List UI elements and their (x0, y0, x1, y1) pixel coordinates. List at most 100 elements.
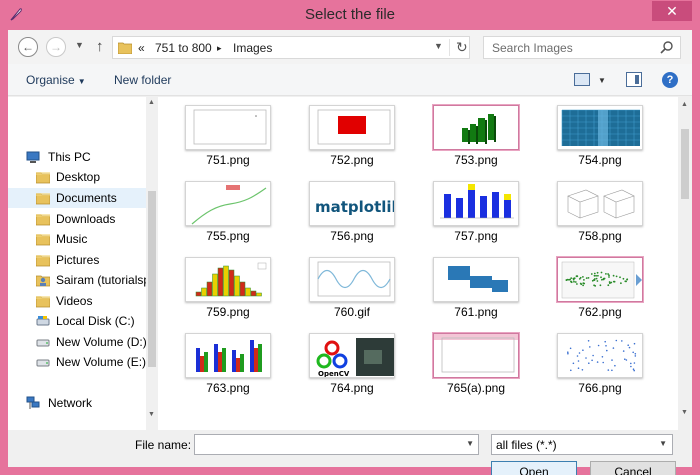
file-name: 762.png (578, 305, 622, 319)
sidebar-item[interactable]: This PC (8, 147, 148, 167)
file-item[interactable]: 757.png (412, 173, 530, 251)
file-item[interactable]: 753.png (412, 97, 530, 175)
file-type-select[interactable]: all files (*.*) ▼ (491, 434, 673, 455)
close-button[interactable]: ✕ (652, 1, 692, 21)
chevron-down-icon[interactable]: ▼ (466, 439, 474, 448)
sidebar-item[interactable]: Sairam (tutorialsp (8, 270, 148, 290)
navigation-bar: ← → ▼ ↑ « 751 to 800 ▸ Images ▼ ↻ Search… (8, 30, 692, 64)
file-name: 765(a).png (446, 381, 506, 395)
file-list: 751.png 752.png 753.png 754.png 755.png matpl… (158, 97, 678, 430)
back-arrow-icon[interactable]: ← (18, 37, 38, 57)
scroll-up-arrow-icon[interactable]: ▲ (148, 99, 155, 106)
sidebar-item[interactable]: New Volume (E:) (8, 352, 148, 372)
file-item[interactable]: 758.png (536, 173, 654, 251)
file-item[interactable]: 762.png (536, 249, 654, 327)
folder-icon (36, 172, 50, 184)
file-item[interactable]: matplotlib 756.png (288, 173, 406, 251)
folder-icon (36, 296, 50, 308)
file-thumbnail (433, 181, 519, 226)
cancel-button[interactable]: Cancel (590, 461, 676, 475)
folder-icon (36, 214, 50, 226)
file-item[interactable]: 751.png (164, 97, 282, 175)
chevron-down-icon[interactable]: ▼ (659, 439, 667, 448)
chevron-down-icon[interactable]: ▼ (434, 41, 443, 51)
sidebar-item-label: Sairam (tutorialsp (56, 273, 148, 287)
sidebar-item[interactable]: Downloads (8, 209, 148, 229)
local-disk-icon (36, 316, 50, 326)
chevron-down-icon: ▼ (77, 77, 86, 86)
sidebar-item[interactable]: Music (8, 229, 148, 249)
sidebar-item-label: New Volume (E:) (56, 355, 147, 369)
sidebar-item[interactable]: Desktop (8, 167, 148, 187)
navigation-pane: This PC Desktop Documents Downloads Music Pic… (8, 97, 158, 430)
file-item[interactable]: OpenCV 764.png (288, 325, 406, 403)
file-thumbnail (433, 257, 519, 302)
organise-button[interactable]: Organise ▼ (26, 73, 86, 87)
sidebar-item[interactable]: Local Disk (C:) (8, 311, 148, 331)
sidebar-item-label: New Volume (D:) (56, 335, 147, 349)
sidebar-item-label: Documents (56, 191, 117, 205)
sidebar-item-label: Pictures (56, 253, 100, 267)
file-name: 764.png (330, 381, 374, 395)
up-arrow-icon[interactable]: ↑ (96, 38, 104, 55)
file-item[interactable]: 761.png (412, 249, 530, 327)
file-item[interactable]: 765(a).png (412, 325, 530, 403)
forward-arrow-icon[interactable]: → (46, 37, 66, 57)
file-type-value: all files (*.*) (496, 438, 557, 452)
breadcrumb-separator[interactable]: ▸ (217, 43, 222, 54)
new-folder-button[interactable]: New folder (114, 73, 171, 87)
file-thumbnail (185, 105, 271, 150)
computer-icon (26, 151, 40, 163)
scroll-down-arrow-icon[interactable]: ▼ (148, 411, 155, 418)
change-view-icon[interactable] (574, 73, 590, 86)
breadcrumb-item[interactable]: Images (233, 41, 272, 55)
scrollbar-thumb[interactable] (148, 191, 156, 367)
address-bar[interactable]: « 751 to 800 ▸ Images ▼ ↻ (112, 36, 470, 59)
sidebar-item[interactable]: Network (8, 393, 148, 413)
window-title: Select the file (304, 6, 396, 23)
sidebar-item[interactable]: New Volume (D:) (8, 332, 148, 352)
file-list-scrollbar[interactable]: ▲ ▼ (678, 97, 692, 430)
folder-icon (36, 255, 50, 267)
chevron-down-icon[interactable]: ▼ (598, 76, 606, 85)
search-icon[interactable] (660, 40, 674, 54)
preview-pane-icon[interactable] (626, 72, 642, 87)
file-name-field[interactable]: ▼ (194, 434, 479, 455)
file-name: 751.png (206, 153, 250, 167)
breadcrumb-item[interactable]: 751 to 800 (155, 41, 212, 55)
scroll-down-arrow-icon[interactable]: ▼ (681, 409, 688, 416)
folder-icon (36, 234, 50, 246)
file-name: 754.png (578, 153, 622, 167)
open-button[interactable]: Open (491, 461, 577, 475)
help-icon[interactable]: ? (662, 72, 678, 88)
sidebar-item[interactable]: Documents (8, 188, 148, 208)
file-item[interactable]: 755.png (164, 173, 282, 251)
command-bar: Organise ▼ New folder ▼ ? (8, 64, 692, 96)
dialog-body: ← → ▼ ↑ « 751 to 800 ▸ Images ▼ ↻ Search… (8, 30, 692, 475)
file-name: 757.png (454, 229, 498, 243)
refresh-icon[interactable]: ↻ (456, 39, 468, 56)
chevron-down-icon[interactable]: ▼ (75, 40, 84, 50)
file-item[interactable]: 766.png (536, 325, 654, 403)
breadcrumb-overflow[interactable]: « (138, 41, 145, 55)
scroll-up-arrow-icon[interactable]: ▲ (681, 101, 688, 108)
search-input[interactable]: Search Images (492, 41, 573, 55)
sidebar-item[interactable]: Videos (8, 291, 148, 311)
file-item[interactable]: 752.png (288, 97, 406, 175)
navigation-scrollbar[interactable]: ▲ ▼ (146, 97, 158, 430)
scrollbar-thumb[interactable] (681, 129, 689, 199)
sidebar-item[interactable]: Pictures (8, 250, 148, 270)
file-item[interactable]: 754.png (536, 97, 654, 175)
search-box[interactable]: Search Images (483, 36, 681, 59)
file-thumbnail: matplotlib (309, 181, 395, 226)
file-name: 766.png (578, 381, 622, 395)
file-name-area: File name: ▼ all files (*.*) ▼ Open Canc… (8, 430, 692, 475)
sidebar-item-label: Videos (56, 294, 93, 308)
drive-icon (36, 359, 50, 367)
file-item[interactable]: 763.png (164, 325, 282, 403)
folder-icon (36, 193, 50, 205)
file-item[interactable]: 759.png (164, 249, 282, 327)
drive-icon (36, 339, 50, 347)
network-icon (26, 396, 40, 409)
file-item[interactable]: 760.gif (288, 249, 406, 327)
